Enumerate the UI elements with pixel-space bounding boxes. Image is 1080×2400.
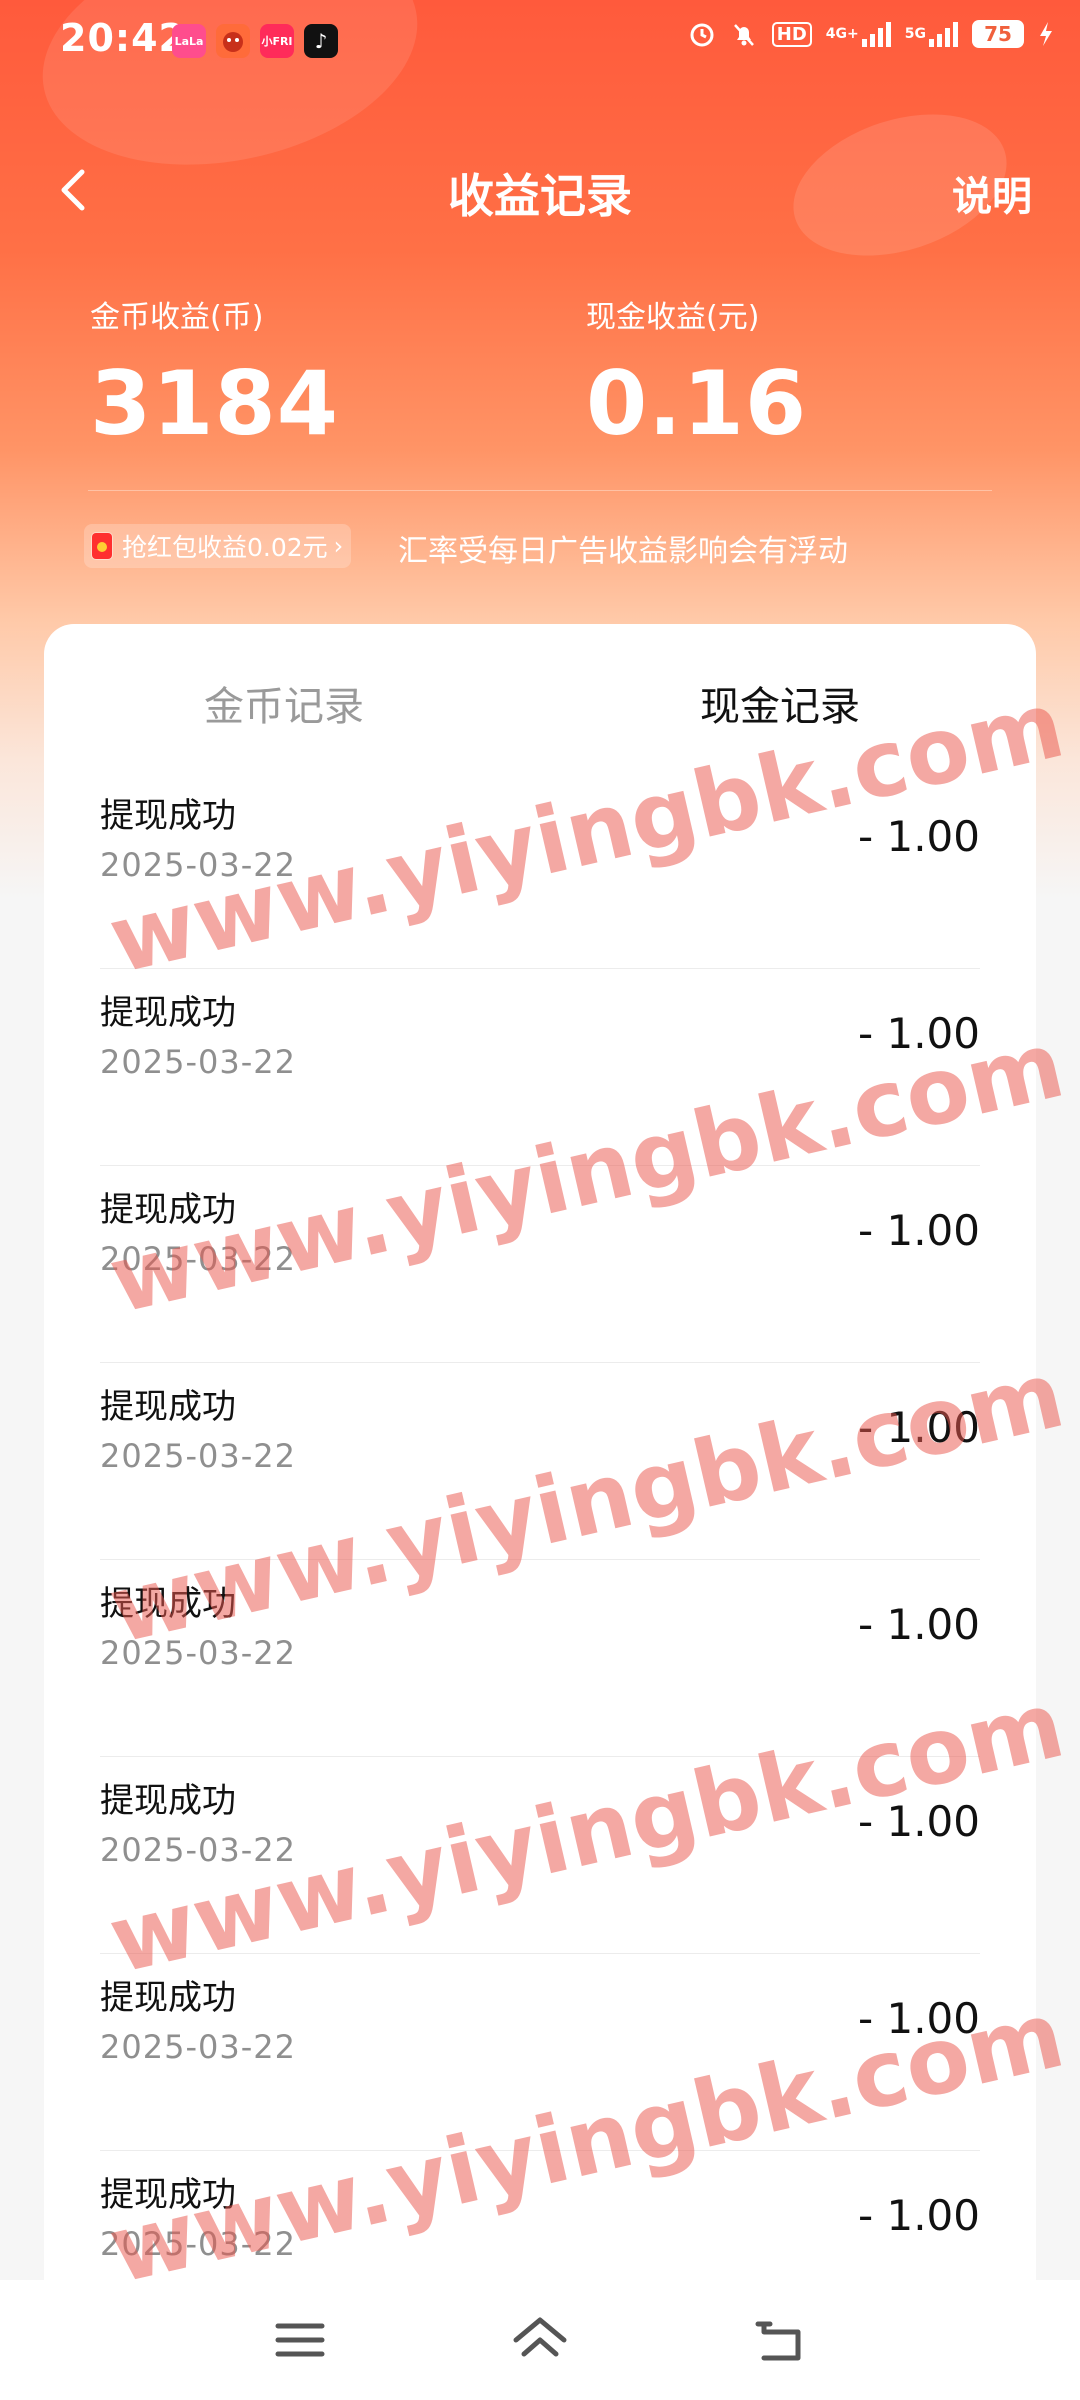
red-packet-earnings-tag[interactable]: 抢红包收益0.02元 › bbox=[84, 524, 352, 568]
record-date: 2025-03-22 bbox=[100, 1437, 296, 1475]
notification-app-icons: LaLa 小FRI ♪ bbox=[172, 24, 338, 58]
divider bbox=[88, 490, 992, 491]
charging-icon bbox=[1038, 21, 1054, 47]
record-amount: - 1.00 bbox=[857, 1600, 980, 1649]
system-back-button[interactable] bbox=[750, 2310, 810, 2370]
record-amount: - 1.00 bbox=[857, 2191, 980, 2240]
system-status-icons: HD 4G+ 5G 75 bbox=[688, 20, 1054, 48]
red-packet-icon bbox=[92, 533, 112, 559]
tiktok-app-icon: ♪ bbox=[304, 24, 338, 58]
chevron-right-icon: › bbox=[333, 532, 344, 560]
mini-app-icon: 小FRI bbox=[260, 24, 294, 58]
nav-bar: 收益记录 说明 bbox=[0, 150, 1080, 230]
cash-earnings-label: 现金收益(元) bbox=[586, 300, 760, 335]
page-title: 收益记录 bbox=[448, 169, 632, 223]
hd-icon: HD bbox=[771, 21, 812, 47]
status-time: 20:42 bbox=[60, 16, 186, 60]
coin-earnings: 金币收益(币) 3184 bbox=[90, 292, 339, 455]
back-return-icon bbox=[755, 2321, 801, 2361]
signal-5g-icon: 5G bbox=[905, 21, 958, 47]
coin-earnings-label: 金币收益(币) bbox=[90, 300, 264, 335]
cash-earnings: 现金收益(元) 0.16 bbox=[586, 292, 807, 455]
home-icon bbox=[513, 2317, 567, 2357]
mute-bell-icon bbox=[730, 20, 758, 48]
alarm-icon bbox=[688, 20, 716, 48]
battery-icon: 75 bbox=[972, 20, 1024, 48]
cash-earnings-value: 0.16 bbox=[586, 352, 808, 455]
record-title: 提现成功 bbox=[100, 993, 236, 1033]
red-packet-earnings-text: 抢红包收益0.02元 bbox=[122, 533, 328, 562]
coin-earnings-value: 3184 bbox=[90, 352, 339, 455]
record-amount: - 1.00 bbox=[857, 1206, 980, 1255]
record-date: 2025-03-22 bbox=[100, 2028, 296, 2066]
recent-apps-button[interactable] bbox=[270, 2310, 330, 2370]
home-button[interactable] bbox=[510, 2310, 570, 2370]
record-date: 2025-03-22 bbox=[100, 1043, 296, 1081]
system-navigation-bar bbox=[0, 2280, 1080, 2400]
tab-coin-records[interactable]: 金币记录 bbox=[204, 674, 364, 732]
lala-app-icon: LaLa bbox=[172, 24, 206, 58]
record-title: 提现成功 bbox=[100, 1387, 236, 1427]
signal-4g-icon: 4G+ bbox=[826, 21, 891, 47]
record-title: 提现成功 bbox=[100, 1781, 236, 1821]
record-title: 提现成功 bbox=[100, 796, 236, 836]
explain-button[interactable]: 说明 bbox=[952, 164, 1032, 222]
menu-icon bbox=[275, 2323, 325, 2357]
character-app-icon bbox=[216, 24, 250, 58]
status-bar: 20:42 LaLa 小FRI ♪ HD 4G+ 5G 75 bbox=[0, 0, 1080, 86]
exchange-rate-note: 汇率受每日广告收益影响会有浮动 bbox=[398, 534, 848, 569]
